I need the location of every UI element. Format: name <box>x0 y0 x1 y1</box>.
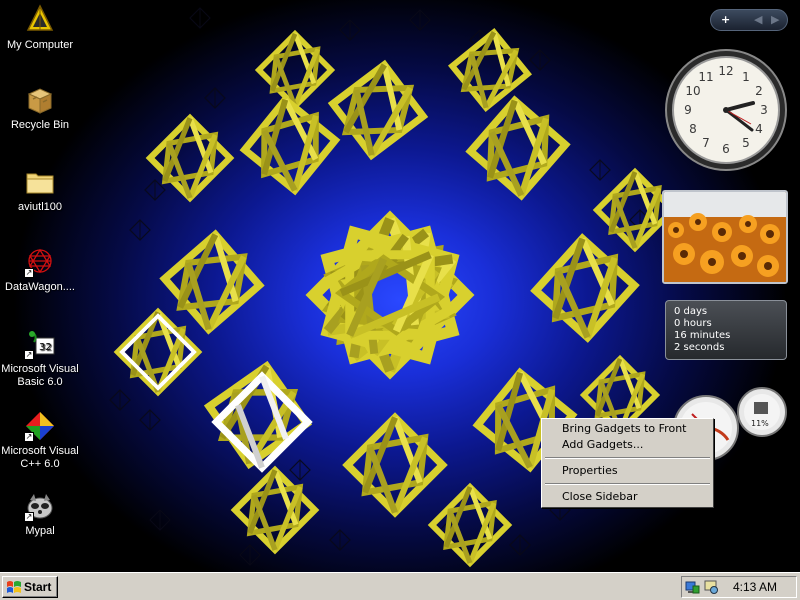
desktop-icon-label: Recycle Bin <box>10 119 70 131</box>
memory-percent: 11% <box>751 419 769 428</box>
taskbar-clock[interactable]: 4:13 AM <box>733 580 777 594</box>
clock-numeral: 1 <box>742 70 750 84</box>
system-tray: 4:13 AM <box>681 576 797 598</box>
context-menu: Bring Gadgets to Front Add Gadgets... Pr… <box>541 418 714 508</box>
menu-item-bring-gadgets-to-front[interactable]: Bring Gadgets to Front <box>544 421 711 437</box>
clock-numeral: 4 <box>755 122 763 136</box>
settings-tray-icon[interactable] <box>703 579 719 595</box>
desktop-icon-label: Microsoft Visual C++ 6.0 <box>1 445 79 470</box>
desktop-icon-my-computer[interactable]: My Computer <box>0 4 80 52</box>
desktop[interactable]: My Computer Recycle Bin aviutl100 ↗ Data… <box>0 0 800 572</box>
desktop-icon-visual-cpp[interactable]: ↗ Microsoft Visual C++ 6.0 <box>0 410 80 471</box>
desktop-icon-label: aviutl100 <box>17 201 63 213</box>
visual-basic-shortcut-icon: 32 ↗ <box>24 328 56 360</box>
slideshow-gadget[interactable] <box>662 190 788 284</box>
clock-numeral: 9 <box>684 103 692 117</box>
desktop-icon-label: Microsoft Visual Basic 6.0 <box>1 363 79 388</box>
clock-numeral: 11 <box>698 70 713 84</box>
uptime-gadget[interactable]: 0 days 0 hours 16 minutes 2 seconds <box>665 300 787 360</box>
uptime-seconds: 2 seconds <box>674 342 725 353</box>
clock-numeral: 12 <box>718 64 733 78</box>
clock-numeral: 2 <box>755 84 763 98</box>
clock-numeral: 6 <box>722 142 730 156</box>
clock-numeral: 8 <box>689 122 697 136</box>
clock-numeral: 10 <box>685 84 700 98</box>
folder-icon <box>24 166 56 198</box>
desktop-icon-recycle-bin[interactable]: Recycle Bin <box>0 84 80 132</box>
uptime-days: 0 days <box>674 306 708 317</box>
desktop-icon-visual-basic[interactable]: 32 ↗ Microsoft Visual Basic 6.0 <box>0 328 80 389</box>
sidebar-controls: + ◀ ▶ <box>710 9 788 31</box>
my-computer-icon <box>24 4 56 36</box>
clock-numeral: 5 <box>742 136 750 150</box>
shortcut-arrow-icon: ↗ <box>24 432 34 442</box>
shortcut-arrow-icon: ↗ <box>24 350 34 360</box>
desktop-icon-label: My Computer <box>6 39 74 51</box>
mypal-shortcut-icon: ↗ <box>24 490 56 522</box>
desktop-icon-mypal[interactable]: ↗ Mypal <box>0 490 80 538</box>
clock-gadget[interactable]: 12 1 2 3 4 5 6 7 8 9 10 11 <box>664 48 788 172</box>
uptime-minutes: 16 minutes <box>674 330 731 341</box>
menu-item-properties[interactable]: Properties <box>544 463 711 479</box>
shortcut-arrow-icon: ↗ <box>24 512 34 522</box>
clock-numeral: 3 <box>760 103 768 117</box>
clock-numeral: 7 <box>702 136 710 150</box>
datawagon-shortcut-icon: ↗ <box>24 246 56 278</box>
recycle-bin-icon <box>24 84 56 116</box>
previous-page-button[interactable]: ◀ <box>754 13 762 26</box>
taskbar: Start 4:13 AM <box>0 572 800 600</box>
start-button[interactable]: Start <box>2 576 58 598</box>
flowers-photo <box>664 192 786 282</box>
next-page-button[interactable]: ▶ <box>771 13 779 26</box>
menu-item-add-gadgets[interactable]: Add Gadgets... <box>544 437 711 453</box>
uptime-hours: 0 hours <box>674 318 712 329</box>
svg-text:32: 32 <box>39 342 52 353</box>
visual-cpp-shortcut-icon: ↗ <box>24 410 56 442</box>
menu-separator <box>545 457 710 459</box>
menu-item-close-sidebar[interactable]: Close Sidebar <box>544 489 711 505</box>
menu-separator <box>545 483 710 485</box>
analog-clock-face: 12 1 2 3 4 5 6 7 8 9 10 11 <box>665 49 787 171</box>
desktop-icon-aviutl100[interactable]: aviutl100 <box>0 166 80 214</box>
desktop-icon-label: DataWagon.... <box>5 281 75 293</box>
add-gadget-button[interactable]: + <box>721 13 730 26</box>
network-icon[interactable] <box>685 579 701 595</box>
desktop-icon-label: Mypal <box>25 525 55 537</box>
start-label: Start <box>24 580 52 594</box>
desktop-icon-datawagon[interactable]: ↗ DataWagon.... <box>0 246 80 294</box>
shortcut-arrow-icon: ↗ <box>24 268 34 278</box>
windows-logo-icon <box>6 580 22 594</box>
